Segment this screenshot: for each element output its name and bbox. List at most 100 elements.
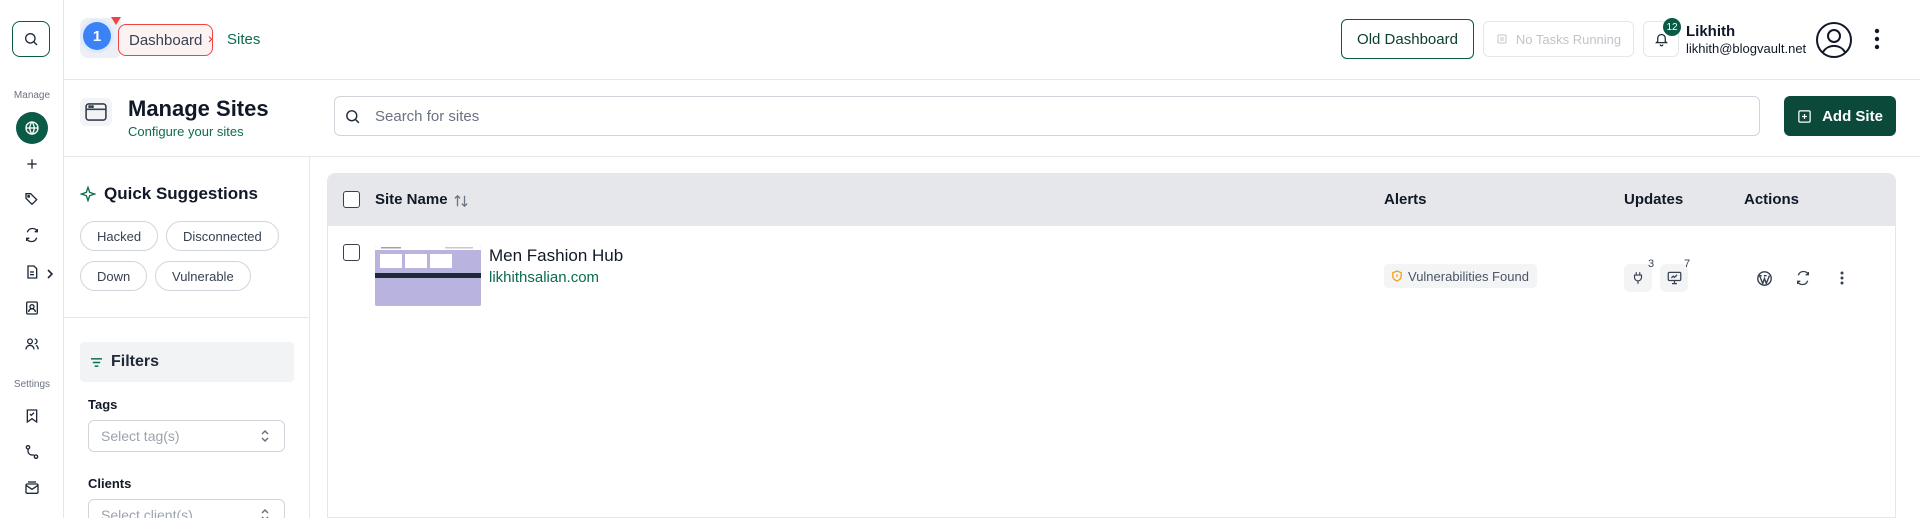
avatar[interactable] — [1815, 21, 1853, 59]
filters-title: Filters — [111, 353, 160, 370]
page-title: Manage Sites — [128, 96, 269, 121]
chevron-updown-icon — [261, 508, 269, 518]
old-dashboard-button[interactable]: Old Dashboard — [1341, 19, 1474, 59]
plus-icon — [27, 159, 37, 169]
more-vertical-icon — [1840, 271, 1844, 285]
alert-label: Vulnerabilities Found — [1408, 268, 1529, 284]
theme-updates-count: 7 — [1684, 258, 1691, 270]
rail-settings-label: Settings — [13, 379, 51, 390]
refresh-icon — [1797, 270, 1809, 286]
column-alerts: Alerts — [1384, 191, 1427, 208]
chip-vulnerable[interactable]: Vulnerable — [155, 261, 251, 291]
rail-sync-button[interactable] — [16, 219, 48, 251]
rail-tags-button[interactable] — [16, 183, 48, 215]
rail-mail-button[interactable] — [16, 472, 48, 504]
git-branch-icon — [25, 445, 39, 459]
top-bar — [64, 0, 1920, 80]
app: Manage Settings 1 Dashboard › Sites Old … — [0, 0, 1920, 518]
chip-down[interactable]: Down — [80, 261, 148, 291]
status-badge[interactable]: Vulnerabilities Found — [1384, 264, 1537, 288]
tags-select[interactable]: Select tag(s) — [88, 420, 285, 452]
header-more-menu[interactable] — [1874, 28, 1880, 55]
globe-icon — [25, 121, 39, 136]
search-icon — [346, 110, 360, 124]
rail-git-button[interactable] — [16, 436, 48, 468]
table-header: Site Name Alerts Updates Actions — [328, 174, 1895, 226]
report-icon — [27, 265, 38, 279]
divider — [64, 156, 1920, 157]
column-updates: Updates — [1624, 191, 1684, 208]
search-input[interactable] — [375, 107, 1675, 125]
filters-header[interactable]: Filters — [80, 342, 294, 382]
tasks-status-label: No Tasks Running — [1515, 31, 1622, 47]
more-vertical-icon — [1874, 28, 1880, 50]
tags-icon — [25, 193, 38, 206]
rail-expand-chevron[interactable] — [46, 266, 54, 284]
rail-add-button[interactable] — [16, 148, 48, 180]
site-thumbnail[interactable] — [375, 246, 481, 306]
contacts-icon — [26, 301, 38, 315]
tour-step-badge[interactable]: 1 — [83, 22, 111, 50]
rail-contacts-button[interactable] — [16, 292, 48, 324]
chevron-right-icon — [47, 269, 54, 279]
table-row[interactable]: Men Fashion Hub likhithsalian.com Vulner… — [328, 226, 1895, 326]
site-url[interactable]: likhithsalian.com — [489, 269, 599, 286]
notification-count-badge: 12 — [1663, 18, 1681, 36]
user-name: Likhith — [1686, 23, 1736, 40]
tasks-status-button[interactable]: No Tasks Running — [1483, 21, 1634, 57]
bookmark-icon — [26, 409, 38, 424]
row-checkbox[interactable] — [343, 244, 360, 261]
chip-disconnected[interactable]: Disconnected — [166, 221, 279, 251]
clients-select-placeholder: Select client(s) — [101, 507, 193, 518]
column-site-name[interactable]: Site Name — [375, 191, 448, 208]
tasks-icon — [1497, 34, 1507, 44]
browser-window-icon — [85, 103, 107, 121]
left-rail: Manage Settings — [0, 0, 64, 518]
chevron-updown-icon — [261, 429, 269, 443]
shield-icon — [1392, 270, 1402, 282]
rail-users-button[interactable] — [16, 328, 48, 360]
rail-bookmark-button[interactable] — [16, 400, 48, 432]
sync-icon — [26, 227, 38, 243]
filter-icon — [91, 357, 102, 367]
clients-select[interactable]: Select client(s) — [88, 499, 285, 518]
add-site-button[interactable]: Add Site — [1784, 96, 1896, 136]
tour-pointer-icon — [111, 17, 121, 25]
tags-select-placeholder: Select tag(s) — [101, 428, 180, 444]
rail-search-button[interactable] — [12, 21, 50, 57]
sites-table: Site Name Alerts Updates Actions Men Fas… — [327, 173, 1896, 518]
filters-panel: Quick Suggestions Hacked Disconnected Do… — [64, 157, 310, 518]
rail-reports-button[interactable] — [16, 256, 48, 288]
chip-hacked[interactable]: Hacked — [80, 221, 159, 251]
breadcrumb-dashboard[interactable]: Dashboard — [118, 24, 214, 56]
add-site-label: Add Site — [1822, 107, 1883, 125]
page-subtitle: Configure your sites — [128, 124, 244, 139]
plugin-updates-count: 3 — [1648, 258, 1655, 270]
breadcrumb-separator-icon: › — [208, 30, 213, 46]
monitor-icon — [1667, 271, 1681, 285]
page-icon — [80, 98, 112, 126]
sync-site-button[interactable] — [1790, 265, 1816, 291]
wordpress-icon — [1756, 270, 1772, 286]
site-name[interactable]: Men Fashion Hub — [489, 246, 623, 266]
sort-icon[interactable] — [454, 194, 468, 208]
users-icon — [25, 338, 39, 350]
quick-suggestions-title: Quick Suggestions — [104, 184, 258, 203]
row-more-menu[interactable] — [1829, 265, 1855, 291]
rail-sites-button[interactable] — [16, 112, 48, 144]
site-search — [334, 96, 1760, 136]
select-all-checkbox[interactable] — [343, 191, 360, 208]
wordpress-admin-button[interactable] — [1751, 265, 1777, 291]
rail-manage-label: Manage — [13, 90, 51, 101]
tags-label: Tags — [88, 397, 118, 412]
plug-icon — [1633, 272, 1643, 284]
user-avatar-icon — [1816, 22, 1852, 58]
column-actions: Actions — [1744, 191, 1800, 208]
clients-label: Clients — [88, 476, 132, 491]
divider — [64, 317, 310, 318]
sparkle-icon — [80, 186, 96, 202]
breadcrumb-sites: Sites — [227, 31, 261, 48]
site-preview-image — [375, 246, 481, 306]
plus-square-icon — [1798, 109, 1811, 123]
mailbox-icon — [25, 481, 39, 494]
